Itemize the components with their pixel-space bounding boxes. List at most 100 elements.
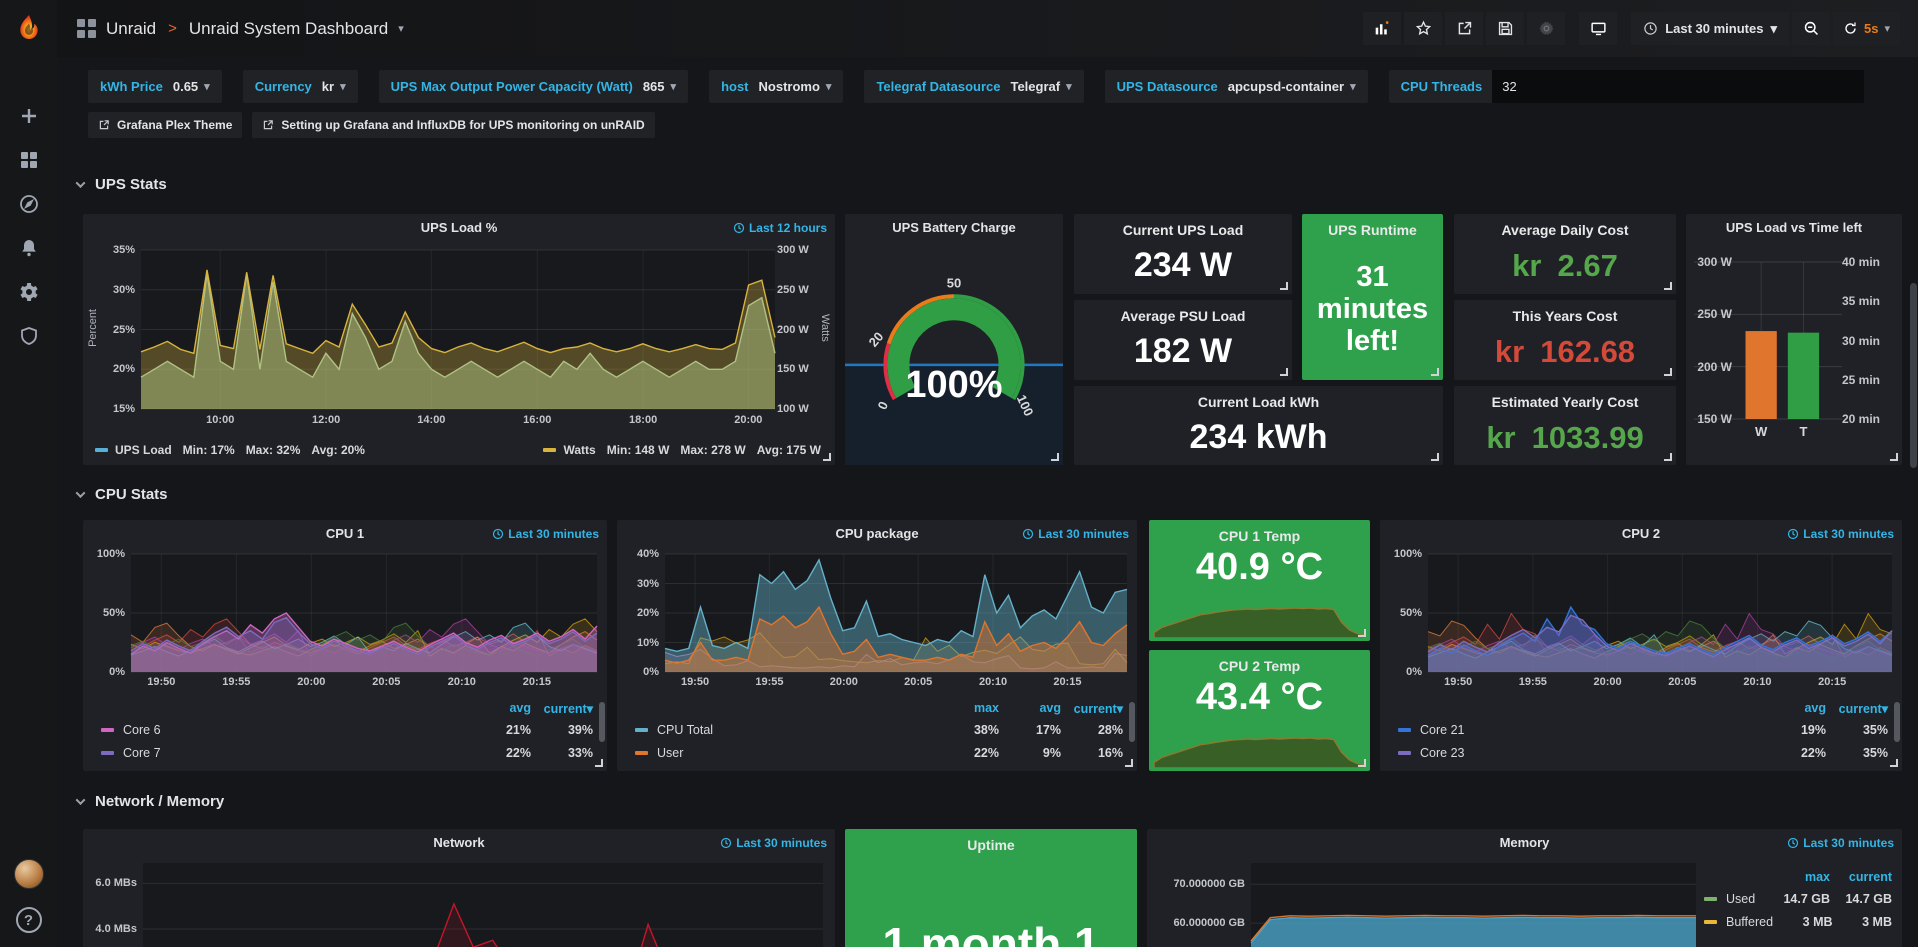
cpu2-chart[interactable] (1428, 554, 1892, 672)
stat-value: 1 month 1 (845, 917, 1137, 947)
panel-time-range[interactable]: Last 30 minutes (492, 527, 599, 541)
series-name[interactable]: Core 6 (123, 723, 161, 737)
legend-sort-current[interactable]: current▾ (1826, 701, 1888, 716)
series-swatch[interactable] (1704, 897, 1717, 901)
series-name[interactable]: CPU Total (657, 723, 713, 737)
legend-value-avg: 22% (469, 746, 531, 760)
create-plus-icon[interactable] (18, 105, 40, 127)
panel-time-range[interactable]: Last 30 minutes (1787, 836, 1894, 850)
cpu1-chart[interactable] (131, 554, 597, 672)
server-admin-shield-icon[interactable] (18, 325, 40, 347)
stat-title: CPU 1 Temp (1149, 528, 1370, 544)
series-swatch[interactable] (1398, 751, 1411, 755)
page-scrollbar[interactable] (1909, 0, 1918, 947)
panel-cpu2-temp: CPU 2 Temp 43.4 °C (1149, 650, 1370, 771)
panel-title[interactable]: UPS Load vs Time left (1686, 220, 1902, 235)
temp-sparkline (1154, 604, 1365, 638)
legend-value-current: 33% (531, 746, 593, 760)
series-swatch[interactable] (101, 728, 114, 732)
series-swatch[interactable] (543, 448, 556, 452)
section-network-memory[interactable]: Network / Memory (77, 793, 224, 810)
panel-this-years-cost: This Years Cost kr162.68 (1454, 300, 1676, 380)
axis-tick-label: 50% (1400, 607, 1422, 619)
axis-tick-label: 19:55 (755, 676, 783, 688)
stat-title: Uptime (845, 837, 1137, 853)
legend-sort-avg[interactable]: avg (469, 701, 531, 715)
legend-header: maxavgcurrent▾ (635, 698, 1123, 718)
legend-value-max: 3 MB (1773, 915, 1832, 929)
axis-tick-label: 300 W (777, 244, 809, 256)
axis-tick-label: 4.0 MBs (95, 923, 137, 935)
axis-tick-label: 20:15 (1818, 676, 1846, 688)
series-swatch[interactable] (95, 448, 108, 452)
grafana-logo-icon[interactable] (0, 0, 57, 57)
memory-chart[interactable] (1251, 863, 1696, 947)
series-swatch[interactable] (1704, 920, 1717, 924)
alerting-bell-icon[interactable] (18, 237, 40, 259)
dashboards-icon[interactable] (18, 149, 40, 171)
series-swatch[interactable] (635, 751, 648, 755)
legend-sort-current[interactable]: current (1830, 870, 1892, 884)
panel-cpu1: CPU 1 Last 30 minutes 100%50%0% 19:5019:… (83, 520, 607, 771)
configuration-gear-icon[interactable] (18, 281, 40, 303)
legend-row: User22%9%16% (635, 741, 1123, 764)
legend-sort-max[interactable]: max (937, 701, 999, 715)
series-name[interactable]: Core 23 (1420, 746, 1464, 760)
series-swatch[interactable] (1398, 728, 1411, 732)
series-name[interactable]: UPS Load (115, 443, 172, 457)
main-area: Unraid > Unraid System Dashboard ▾ (57, 0, 1918, 947)
temp-sparkline (1154, 734, 1365, 768)
series-name[interactable]: Core 21 (1420, 723, 1464, 737)
legend-sort-max[interactable]: max (1768, 870, 1830, 884)
legend-row: Core 2119%35% (1398, 718, 1888, 741)
series-swatch[interactable] (101, 751, 114, 755)
series-name[interactable]: Buffered (1726, 915, 1773, 929)
legend-sort-avg[interactable]: avg (999, 701, 1061, 715)
battery-gauge[interactable]: 02050100100% (845, 240, 1063, 465)
axis-tick-label: 25% (113, 324, 135, 336)
stat-value: kr1033.99 (1454, 420, 1676, 456)
legend-scrollbar[interactable] (599, 702, 605, 742)
axis-tick-label: 40 min (1842, 255, 1880, 269)
y-axis-left: 100%50%0% (89, 554, 125, 672)
section-cpu-stats[interactable]: CPU Stats (77, 486, 168, 503)
scrollbar-thumb[interactable] (1910, 283, 1917, 468)
user-avatar[interactable] (14, 859, 44, 889)
panel-time-range[interactable]: Last 30 minutes (720, 836, 827, 850)
axis-tick-label: 20:05 (904, 676, 932, 688)
axis-tick-label: 20:15 (1053, 676, 1081, 688)
y-axis-left: 70.000000 GB60.000000 GB50.000000 GB (1151, 863, 1245, 947)
panel-title[interactable]: UPS Load % (83, 220, 835, 235)
axis-tick-label: 100 W (777, 403, 809, 415)
stat-title: Current UPS Load (1074, 222, 1292, 238)
axis-tick-label: 40% (637, 548, 659, 560)
series-name[interactable]: Used (1726, 892, 1755, 906)
explore-compass-icon[interactable] (18, 193, 40, 215)
series-name[interactable]: Watts (563, 443, 595, 457)
series-name[interactable]: Core 7 (123, 746, 161, 760)
legend-sort-current[interactable]: current▾ (531, 701, 593, 716)
legend-value-current: 28% (1061, 723, 1123, 737)
axis-tick-label: 60.000000 GB (1173, 917, 1245, 929)
legend-scrollbar[interactable] (1894, 702, 1900, 742)
network-chart[interactable] (143, 863, 823, 947)
panel-time-range[interactable]: Last 30 minutes (1022, 527, 1129, 541)
panel-title[interactable]: UPS Battery Charge (845, 220, 1063, 235)
axis-tick-label: 20:10 (1743, 676, 1771, 688)
legend-sort-avg[interactable]: avg (1764, 701, 1826, 715)
panel-time-range[interactable]: Last 12 hours (733, 221, 827, 235)
legend-scrollbar[interactable] (1129, 702, 1135, 742)
axis-tick-label: 100% (1394, 548, 1422, 560)
legend-header: avgcurrent▾ (1398, 698, 1888, 718)
ups-bar-chart[interactable]: WT (1740, 262, 1832, 419)
series-swatch[interactable] (635, 728, 648, 732)
section-ups-stats[interactable]: UPS Stats (77, 176, 167, 193)
panel-time-range[interactable]: Last 30 minutes (1787, 527, 1894, 541)
ups-load-chart[interactable] (141, 250, 775, 409)
help-icon[interactable]: ? (16, 907, 42, 933)
legend-sort-current[interactable]: current▾ (1061, 701, 1123, 716)
series-name[interactable]: User (657, 746, 683, 760)
dashboard-grid: UPS Stats UPS Load % Last 12 hours Perce… (57, 0, 1918, 947)
cpu-package-chart[interactable] (665, 554, 1127, 672)
stat-title: CPU 2 Temp (1149, 658, 1370, 674)
